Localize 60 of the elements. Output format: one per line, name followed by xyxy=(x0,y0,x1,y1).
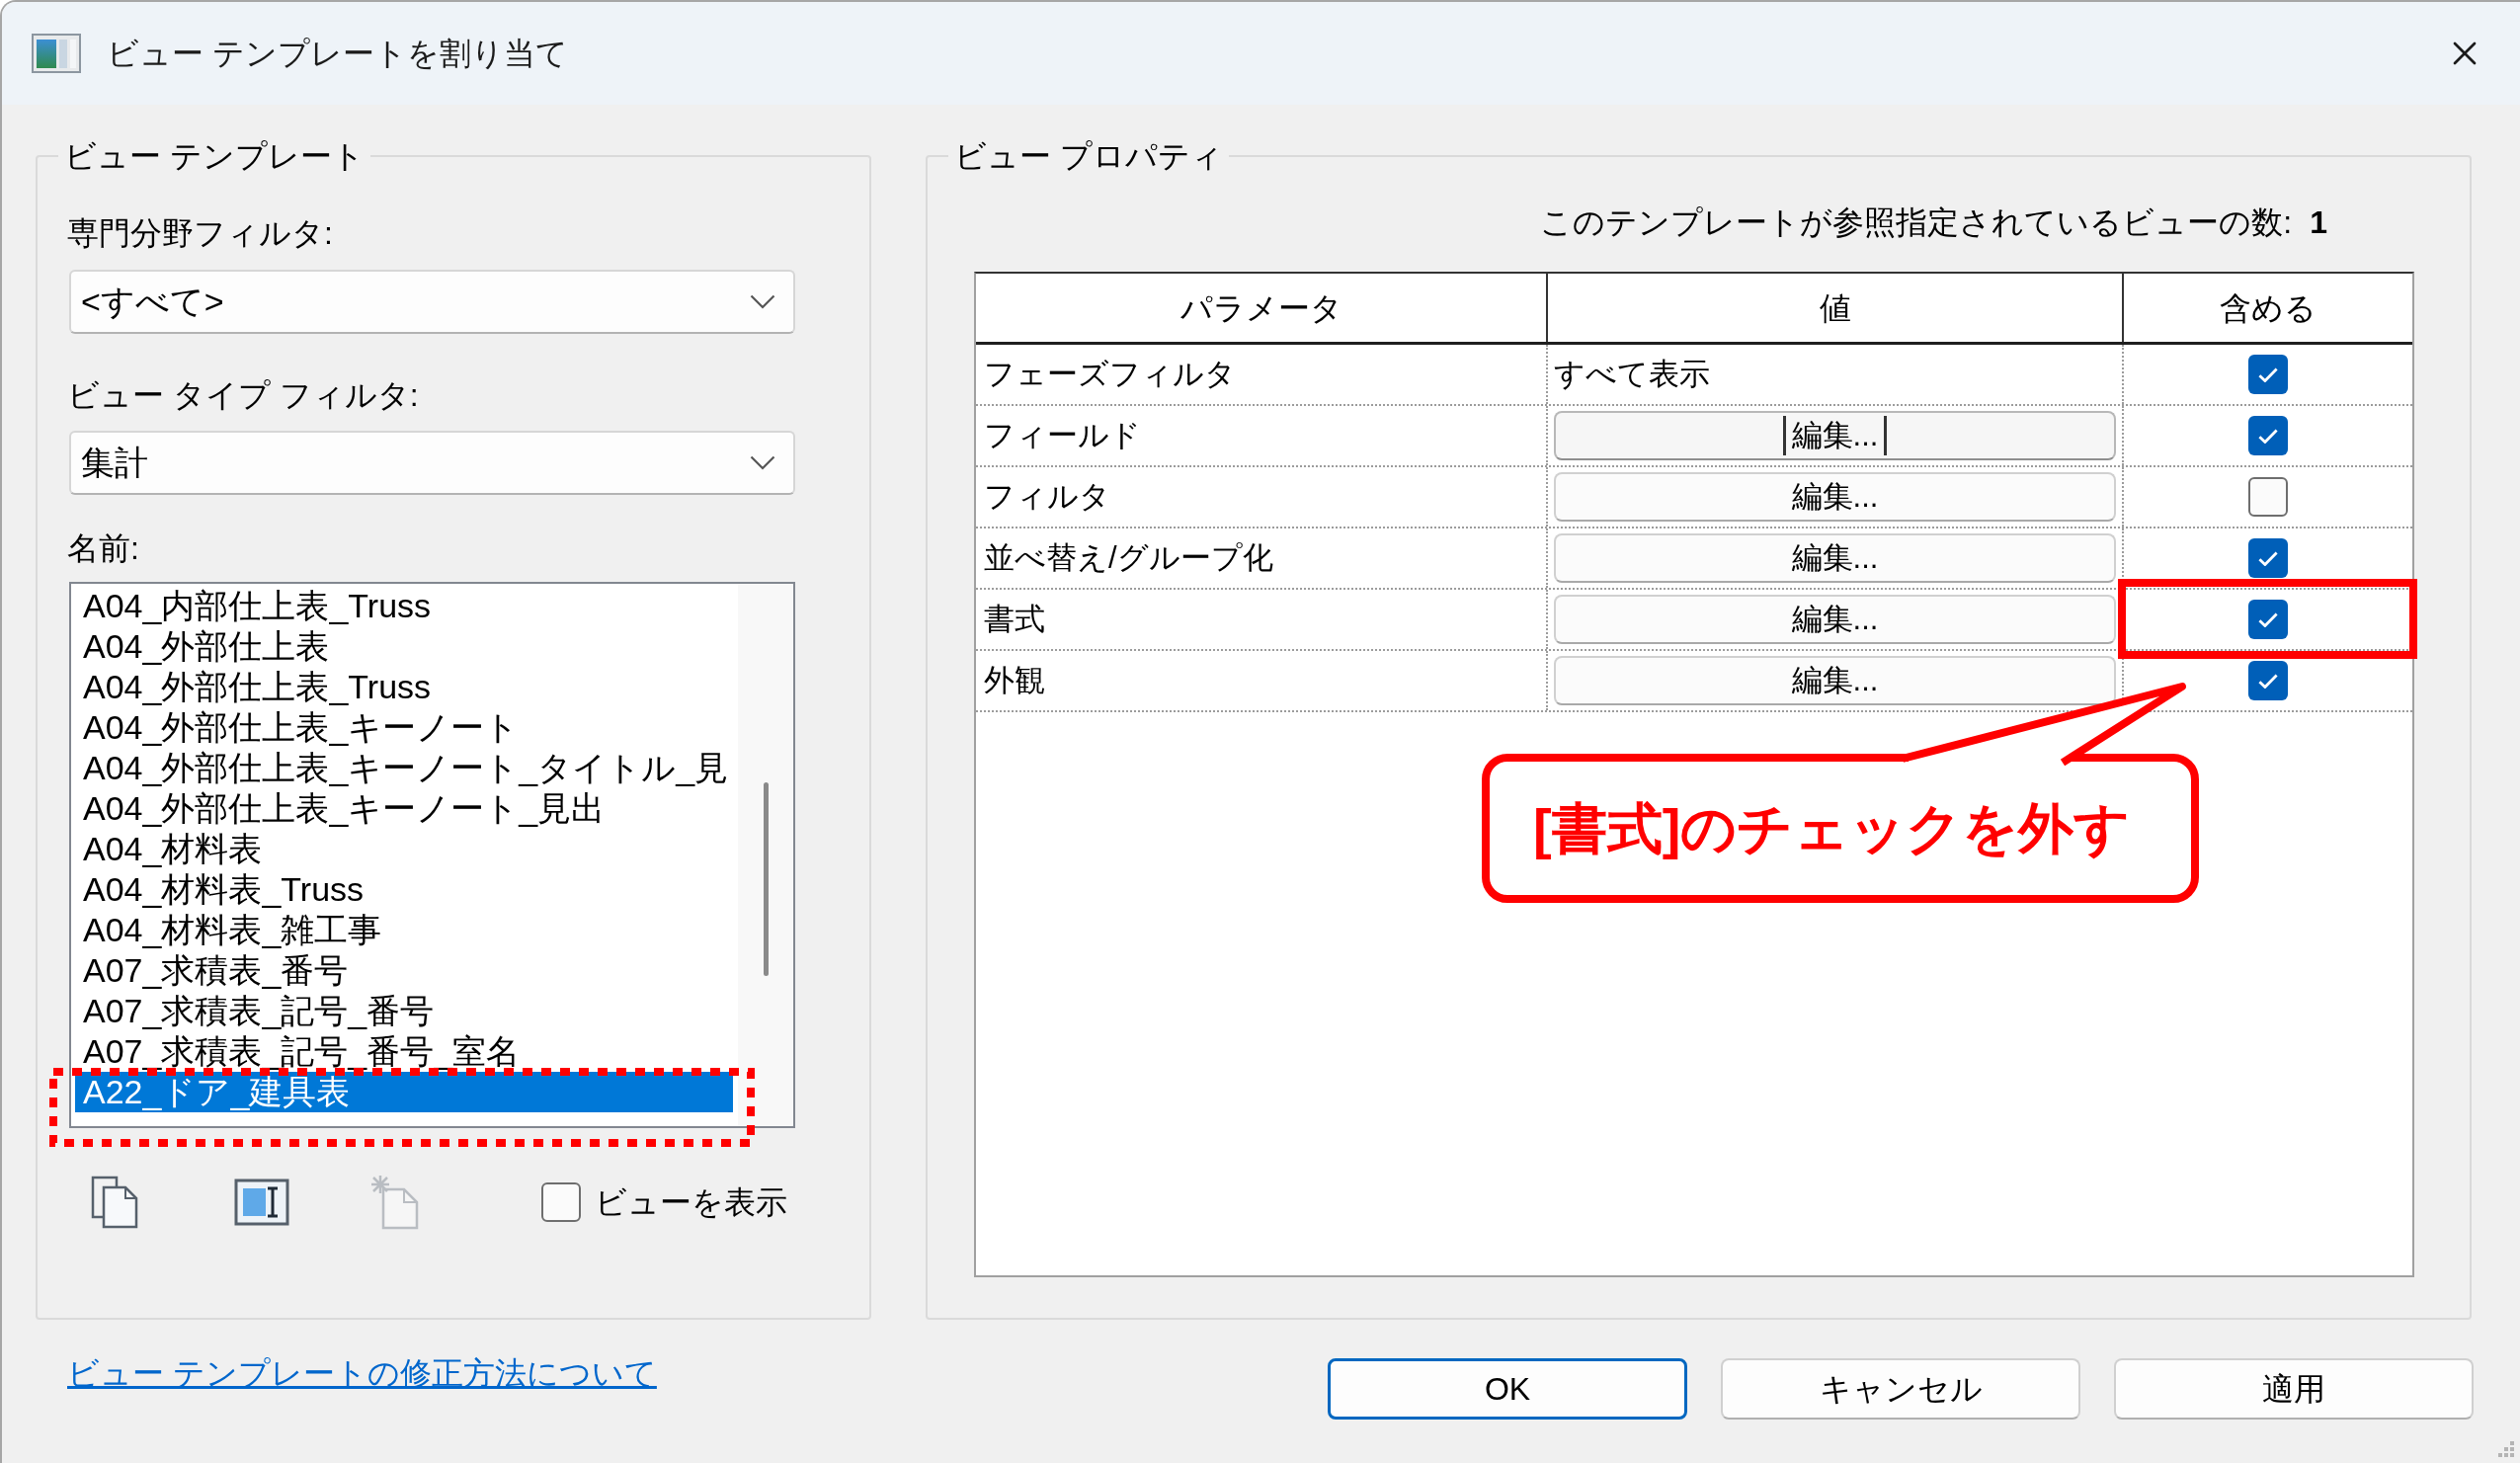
list-item[interactable]: A04_材料表_Truss xyxy=(75,869,733,910)
list-item[interactable]: A07_求積表_記号_番号 xyxy=(75,991,733,1031)
checkbox[interactable] xyxy=(2248,477,2288,517)
checkmark-icon xyxy=(2258,550,2278,566)
checkbox[interactable] xyxy=(2248,600,2288,639)
count-label: このテンプレートが参照指定されているビューの数: xyxy=(1540,203,2293,242)
column-header: パラメータ xyxy=(976,274,1548,342)
table-cell: フェーズフィルタ xyxy=(976,345,1548,404)
dialog-button[interactable]: キャンセル xyxy=(1721,1358,2080,1420)
table-cell: 書式 xyxy=(976,590,1548,649)
list-item[interactable]: A04_材料表_雑工事 xyxy=(75,910,733,950)
list-item[interactable]: A07_求積表_番号 xyxy=(75,950,733,991)
checkmark-icon xyxy=(2258,673,2278,689)
help-link[interactable]: ビュー テンプレートの修正方法について xyxy=(67,1353,657,1393)
table-cell: 並べ替え/グループ化 xyxy=(976,528,1548,588)
list-item[interactable]: A04_外部仕上表_キーノート_見出 xyxy=(75,788,733,829)
checkbox[interactable] xyxy=(2248,355,2288,394)
edit-button[interactable]: 編集... xyxy=(1554,533,2116,583)
edit-button[interactable]: 編集... xyxy=(1554,411,2116,460)
edit-button[interactable]: 編集... xyxy=(1554,472,2116,522)
field-label: 名前: xyxy=(67,529,140,568)
count-value: 1 xyxy=(2310,203,2327,242)
list-item[interactable]: A04_外部仕上表_Truss xyxy=(75,667,733,707)
group-title: ビュー プロパティ xyxy=(953,137,1224,176)
column-header: 値 xyxy=(1548,274,2124,342)
scrollbar-thumb[interactable] xyxy=(763,782,769,976)
table-cell: フィールド xyxy=(976,406,1548,465)
list-item[interactable]: A04_外部仕上表 xyxy=(75,626,733,667)
window-title: ビュー テンプレートを割り当て xyxy=(107,35,568,73)
callout-text: [書式]のチェックを外す xyxy=(1533,795,2131,861)
column-header: 含める xyxy=(2219,288,2317,328)
table-cell: フィルタ xyxy=(976,467,1548,527)
checkbox[interactable] xyxy=(2248,538,2288,578)
edit-button[interactable]: 編集... xyxy=(1554,595,2116,644)
checkbox[interactable] xyxy=(2248,416,2288,455)
checkmark-icon xyxy=(2258,611,2278,627)
chevron-down-icon xyxy=(750,455,775,470)
checkmark-icon xyxy=(2258,366,2278,382)
dialog-button[interactable]: 適用 xyxy=(2114,1358,2474,1420)
list-item[interactable]: A22_ドア_建具表 xyxy=(75,1072,733,1112)
checkbox-label: ビューを表示 xyxy=(595,1183,787,1222)
checkbox[interactable] xyxy=(541,1182,581,1222)
field-label: ビュー タイプ フィルタ: xyxy=(67,376,420,415)
dropdown[interactable]: 集計 xyxy=(69,431,795,495)
list-item[interactable]: A04_外部仕上表_キーノート_タイトル_見 xyxy=(75,748,733,788)
table-cell: すべて表示 xyxy=(1548,345,2124,404)
app-icon xyxy=(32,34,81,73)
highlighted-text-icon[interactable] xyxy=(234,1179,289,1226)
list-item[interactable]: A04_内部仕上表_Truss xyxy=(75,586,733,626)
checkmark-icon xyxy=(2258,428,2278,444)
group-title: ビュー テンプレート xyxy=(63,137,366,176)
field-label: 専門分野フィルタ: xyxy=(67,214,334,253)
list-item[interactable]: A04_材料表 xyxy=(75,829,733,869)
dialog-button[interactable]: OK xyxy=(1328,1358,1687,1420)
table-cell: 外観 xyxy=(976,651,1548,710)
list-item[interactable]: A04_外部仕上表_キーノート xyxy=(75,707,733,748)
checkbox[interactable] xyxy=(2248,661,2288,700)
edit-button[interactable]: 編集... xyxy=(1554,656,2116,705)
dropdown[interactable]: <すべて> xyxy=(69,270,795,334)
chevron-down-icon xyxy=(750,294,775,309)
